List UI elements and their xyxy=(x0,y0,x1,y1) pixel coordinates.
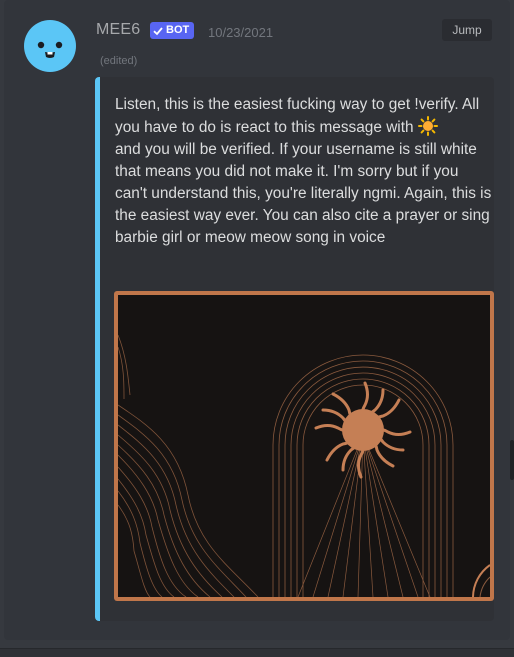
username[interactable]: MEE6 xyxy=(96,21,140,39)
sun-emoji-icon[interactable] xyxy=(417,116,438,136)
edited-label: (edited) xyxy=(100,55,138,67)
jump-button[interactable]: Jump xyxy=(442,19,492,41)
message-container: MEE6 BOT 10/23/2021 Jump (edited) Listen… xyxy=(4,0,510,640)
scrollbar[interactable] xyxy=(510,440,514,480)
embed-accent-bar xyxy=(95,77,100,621)
bot-tag-label: BOT xyxy=(166,24,190,36)
embed-image[interactable] xyxy=(114,291,494,601)
mee6-face-icon xyxy=(37,41,63,58)
embed-text-part-2: and you will be verified. If your userna… xyxy=(115,141,492,246)
boho-sun-arch-art-icon xyxy=(118,295,490,597)
message-timestamp[interactable]: 10/23/2021 xyxy=(208,25,273,40)
embed-description: Listen, this is the easiest fucking way … xyxy=(115,94,493,249)
embed: Listen, this is the easiest fucking way … xyxy=(95,77,494,621)
mee6-avatar[interactable] xyxy=(24,20,76,72)
checkmark-icon xyxy=(153,26,163,35)
bot-tag: BOT xyxy=(150,22,195,39)
